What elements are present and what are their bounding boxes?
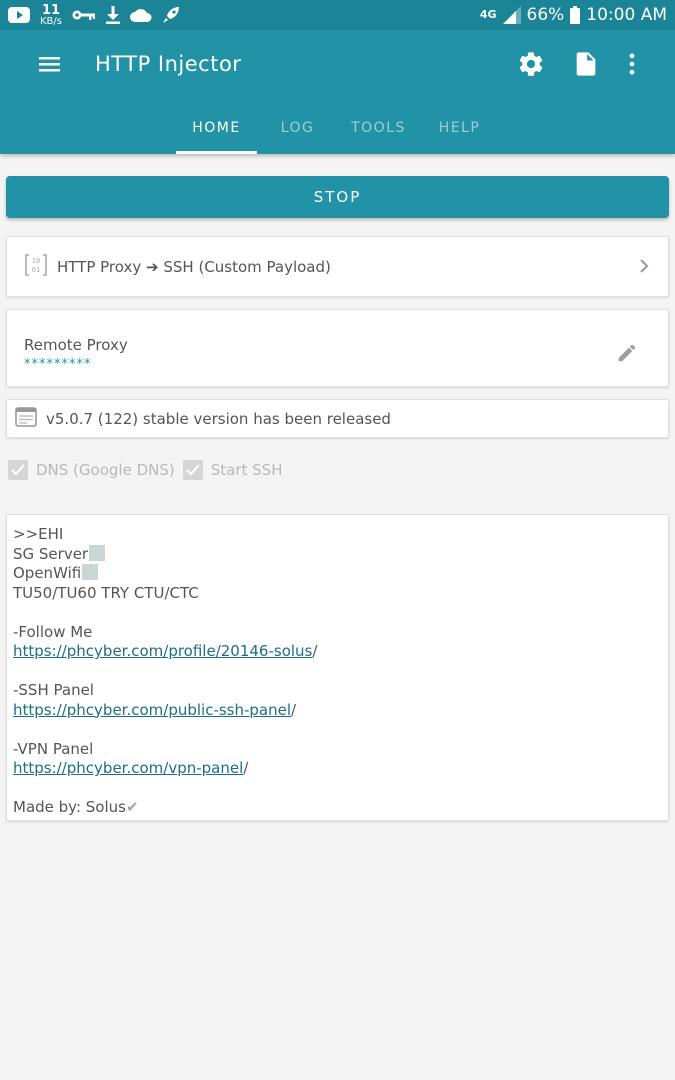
tunnel-mode-label: HTTP Proxy ➔ SSH (Custom Payload) xyxy=(57,257,331,276)
settings-button[interactable] xyxy=(517,50,545,78)
tab-home[interactable]: HOME xyxy=(176,110,257,154)
config-message-card: >>EHI SG Server OpenWifi TU50/TU60 TRY C… xyxy=(6,514,669,821)
rocket-icon xyxy=(162,5,180,25)
file-button[interactable] xyxy=(572,50,600,78)
remote-proxy-title: Remote Proxy xyxy=(24,336,128,354)
tunnel-mode-selector[interactable]: 10 01 HTTP Proxy ➔ SSH (Custom Payload) xyxy=(6,236,669,297)
emoji-icon xyxy=(82,564,99,580)
download-icon xyxy=(106,5,120,25)
emoji-icon xyxy=(89,544,106,561)
tab-tools[interactable]: TOOLS xyxy=(338,110,419,154)
ssh-panel-link[interactable]: https://phcyber.com/public-ssh-panel xyxy=(13,701,291,719)
message-link-line: https://phcyber.com/vpn-panel/ xyxy=(13,759,662,779)
key-icon xyxy=(72,5,96,25)
menu-button[interactable] xyxy=(36,50,64,78)
youtube-icon xyxy=(8,5,30,25)
network-type: 4G xyxy=(479,8,497,21)
message-line: TU50/TU60 TRY CTU/CTC xyxy=(13,583,199,602)
checkmark-icon: ✔ xyxy=(125,798,139,816)
svg-text:10: 10 xyxy=(32,257,40,265)
message-line: -Follow Me xyxy=(13,622,93,641)
menu-icon xyxy=(36,57,64,82)
message-link-line: https://phcyber.com/public-ssh-panel/ xyxy=(13,701,662,721)
tab-log[interactable]: LOG xyxy=(257,110,338,154)
more-options-button[interactable] xyxy=(618,50,646,78)
options-row: DNS (Google DNS) Start SSH xyxy=(8,460,290,480)
dns-checkbox[interactable]: DNS (Google DNS) xyxy=(8,460,175,480)
message-line-text: SG Server xyxy=(13,544,89,563)
clock: 10:00 AM xyxy=(586,5,667,25)
message-line-text: OpenWifi xyxy=(13,564,82,582)
message-line: OpenWifi xyxy=(13,564,662,584)
status-bar: 11 KB/s 4G 66% 10:00 AM xyxy=(0,0,675,30)
author-credit: Made by: Solus xyxy=(13,798,126,816)
tab-help[interactable]: HELP xyxy=(419,110,500,154)
checkbox-checked-icon xyxy=(8,460,28,480)
remote-proxy-value: ********* xyxy=(24,357,92,372)
app-bar: HTTP Injector HOME LOG TOOLS HELP xyxy=(0,30,675,154)
link-suffix: / xyxy=(291,700,297,719)
tab-bar: HOME LOG TOOLS HELP xyxy=(176,110,500,154)
profile-link[interactable]: https://phcyber.com/profile/20146-solus xyxy=(13,642,312,660)
link-suffix: / xyxy=(243,759,249,777)
chevron-right-icon xyxy=(638,257,650,279)
checkbox-checked-icon xyxy=(182,460,203,480)
status-bar-right: 4G 66% 10:00 AM xyxy=(480,5,667,25)
file-icon xyxy=(572,52,600,82)
battery-icon xyxy=(570,5,581,25)
release-notice-text: v5.0.7 (122) stable version has been rel… xyxy=(46,409,391,428)
message-line: >>EHI xyxy=(13,525,64,543)
link-suffix: / xyxy=(312,642,318,660)
start-ssh-checkbox-label: Start SSH xyxy=(210,461,283,479)
app-title: HTTP Injector xyxy=(95,52,242,76)
edit-icon[interactable] xyxy=(616,342,638,368)
stop-button[interactable]: STOP xyxy=(6,176,669,218)
message-line: -VPN Panel xyxy=(13,739,94,758)
remote-proxy-card[interactable]: Remote Proxy ********* xyxy=(6,309,669,387)
dns-checkbox-label: DNS (Google DNS) xyxy=(36,461,175,479)
message-line: SG Server xyxy=(13,544,662,565)
release-notice-card[interactable]: v5.0.7 (122) stable version has been rel… xyxy=(6,399,669,438)
calendar-icon xyxy=(15,406,37,431)
battery-level: 66% xyxy=(526,5,565,25)
signal-icon xyxy=(502,5,521,25)
cloud-icon xyxy=(130,5,152,25)
message-line: -SSH Panel xyxy=(13,681,94,699)
settings-icon xyxy=(517,52,545,82)
more-vert-icon xyxy=(618,53,646,82)
status-bar-left: 11 KB/s xyxy=(8,2,180,27)
message-link-line: https://phcyber.com/profile/20146-solus/ xyxy=(13,642,662,662)
net-speed: 11 KB/s xyxy=(40,2,62,27)
start-ssh-checkbox[interactable]: Start SSH xyxy=(182,460,283,480)
binary-icon: 10 01 xyxy=(25,253,47,281)
message-line: Made by: Solus✔ xyxy=(13,798,662,818)
net-speed-unit: KB/s xyxy=(40,15,62,27)
net-speed-value: 11 xyxy=(41,2,61,18)
svg-text:01: 01 xyxy=(32,266,40,274)
vpn-panel-link[interactable]: https://phcyber.com/vpn-panel xyxy=(13,759,243,777)
